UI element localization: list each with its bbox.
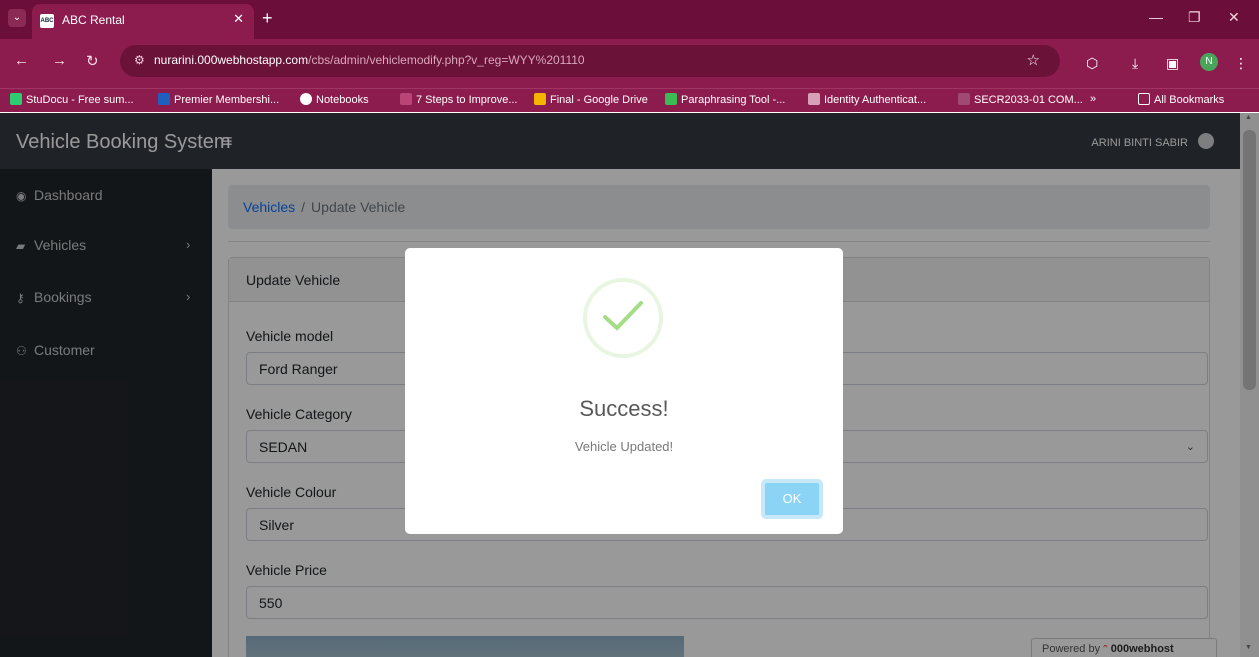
profile-avatar[interactable]: N [1200,53,1218,71]
dialog-message: Vehicle Updated! [574,439,674,454]
forward-icon[interactable]: → [52,52,67,69]
reload-icon[interactable]: ↻ [86,52,99,70]
ok-button[interactable]: OK [761,479,823,519]
bookmark-item[interactable]: Notebooks [300,93,369,106]
bookmark-item[interactable]: SECR2033-01 COM... [958,93,1083,106]
bookmark-item[interactable]: 7 Steps to Improve... [400,93,518,106]
bookmark-item[interactable]: Premier Membershi... [158,93,279,106]
url-text[interactable]: nurarini.000webhostapp.com/cbs/admin/veh… [154,53,585,67]
menu-dots-icon[interactable]: ⋮ [1234,55,1248,72]
bookmark-item[interactable]: StuDocu - Free sum... [10,93,134,106]
tab-favicon: ABC [40,14,54,28]
success-dialog: Success! Vehicle Updated! OK [405,248,843,534]
url-omnibox[interactable]: ⚙ nurarini.000webhostapp.com/cbs/admin/v… [120,45,1060,77]
new-tab-icon[interactable]: + [262,8,273,29]
extensions-icon[interactable]: ⬡ [1086,55,1098,72]
tab-title: ABC Rental [62,13,125,27]
bookmark-star-icon[interactable]: ☆ [1027,51,1040,69]
browser-tab-bar: ⌄ ABC ABC Rental ✕ + — ❐ ✕ [0,0,1259,39]
success-check-icon [583,278,663,358]
restore-icon[interactable]: ❐ [1188,9,1201,26]
back-icon[interactable]: ← [14,52,29,69]
bookmark-item[interactable]: Identity Authenticat... [808,93,926,106]
address-bar-row: ← → ↻ ⚙ nurarini.000webhostapp.com/cbs/a… [0,39,1259,88]
window-close-icon[interactable]: ✕ [1228,9,1240,26]
bookmarks-bar: StuDocu - Free sum... Premier Membershi.… [0,88,1259,112]
bookmark-item[interactable]: Paraphrasing Tool -... [665,93,785,106]
download-icon[interactable]: ⤓ [1132,55,1138,72]
site-info-icon[interactable]: ⚙ [134,53,145,67]
tab-search-icon[interactable]: ⌄ [8,9,26,27]
bookmark-item[interactable]: Final - Google Drive [534,93,648,106]
tab-close-icon[interactable]: ✕ [233,11,244,27]
more-bookmarks-icon[interactable]: » [1090,93,1096,105]
all-bookmarks[interactable]: All Bookmarks [1138,93,1224,106]
dialog-title: Success! [579,396,669,421]
sidepanel-icon[interactable]: ▣ [1166,55,1179,72]
browser-tab[interactable]: ABC ABC Rental ✕ [32,4,254,39]
minimize-icon[interactable]: — [1149,9,1163,25]
